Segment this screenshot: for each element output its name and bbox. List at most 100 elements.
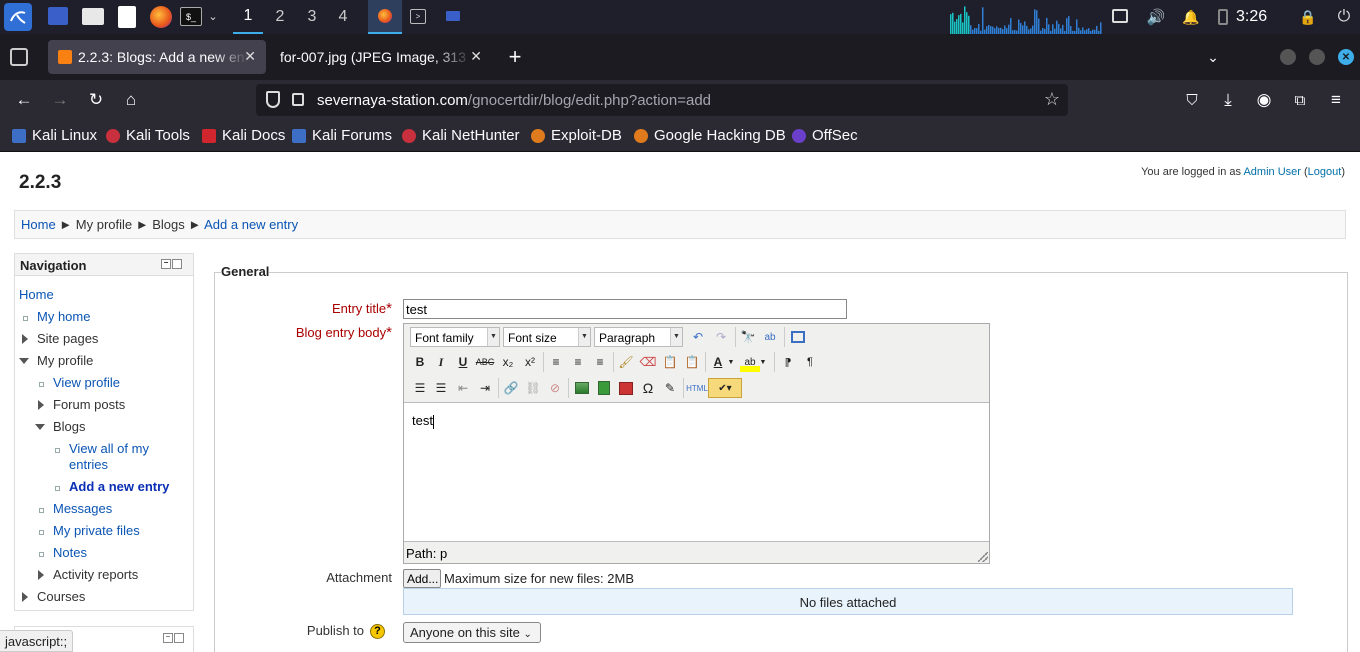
screenshot-icon[interactable] — [1112, 9, 1128, 23]
forward-arrow-icon[interactable]: → — [49, 89, 71, 111]
file-manager-icon[interactable] — [82, 8, 104, 25]
strikethrough-icon[interactable]: ABC — [475, 352, 495, 372]
menu-hamburger-icon[interactable]: ≡ — [1325, 89, 1347, 111]
nav-messages-link[interactable]: Messages — [53, 501, 112, 516]
collapse-block-icon[interactable]: − — [161, 259, 171, 269]
nav-private-files[interactable]: My private files — [53, 523, 140, 538]
bookmark-exploit-db[interactable]: Exploit-DB — [531, 127, 622, 144]
resize-handle-icon[interactable] — [978, 552, 988, 562]
expand-arrow-icon[interactable] — [22, 334, 28, 344]
insert-image-icon[interactable] — [572, 378, 592, 398]
format-select[interactable]: Paragraph ▼ — [594, 327, 683, 347]
html-source-icon[interactable]: HTML — [686, 378, 708, 398]
bookmark-kali-tools[interactable]: Kali Tools — [106, 127, 190, 144]
collapse-arrow-icon[interactable] — [19, 358, 29, 364]
pocket-icon[interactable]: ⛉ — [1181, 89, 1203, 111]
fullscreen-icon[interactable] — [788, 327, 808, 347]
nav-courses[interactable]: Courses — [37, 589, 85, 604]
nav-add-entry[interactable]: Add a new entry — [69, 479, 169, 494]
bullet-list-icon[interactable]: ☰ — [410, 378, 430, 398]
highlight-color-icon[interactable]: ab — [740, 352, 760, 372]
nav-view-all-entries[interactable]: View all of my entries — [69, 441, 149, 473]
paste-text-icon[interactable]: 📋 — [660, 352, 680, 372]
outdent-icon[interactable]: ⇤ — [453, 378, 473, 398]
bookmark-kali-docs[interactable]: Kali Docs — [202, 127, 285, 144]
breadcrumb-add-entry[interactable]: Add a new entry — [204, 217, 298, 232]
nav-home[interactable]: Home — [19, 287, 54, 302]
editor-content-area[interactable]: test — [404, 402, 989, 542]
close-icon[interactable]: ✕ — [470, 48, 482, 65]
help-icon[interactable]: ? — [370, 624, 385, 639]
nav-site-pages[interactable]: Site pages — [37, 331, 98, 346]
tab-jpeg-image[interactable]: for-007.jpg (JPEG Image, 313 ✕ — [270, 40, 492, 74]
edit-table-icon[interactable]: ✎ — [660, 378, 680, 398]
nav-notes[interactable]: Notes — [53, 545, 87, 560]
publish-select[interactable]: Anyone on this site ⌄ — [403, 622, 541, 643]
nav-add-entry-link[interactable]: Add a new entry — [69, 479, 169, 494]
nolink-icon[interactable]: ⊘ — [545, 378, 565, 398]
breadcrumb-home[interactable]: Home — [21, 217, 56, 232]
bookmark-star-icon[interactable]: ☆ — [1044, 89, 1060, 110]
font-family-select[interactable]: Font family ▼ — [410, 327, 500, 347]
cleanup-brush-icon[interactable]: 🖌 — [616, 352, 636, 372]
dock-block-icon[interactable] — [174, 633, 184, 643]
clock[interactable]: 3:26 — [1236, 8, 1267, 26]
terminal-window-icon[interactable]: > — [410, 9, 426, 24]
minimize-window-icon[interactable] — [1280, 49, 1296, 65]
chevron-down-icon[interactable]: ⌄ — [206, 9, 220, 23]
close-window-icon[interactable]: ✕ — [1338, 49, 1354, 65]
bookmark-offsec[interactable]: OffSec — [792, 127, 858, 144]
font-size-select[interactable]: Font size ▼ — [503, 327, 591, 347]
bold-icon[interactable]: B — [410, 352, 430, 372]
collapse-block-icon[interactable]: − — [163, 633, 173, 643]
nav-home-link[interactable]: Home — [19, 287, 54, 302]
text-color-icon[interactable]: A — [708, 352, 728, 372]
eraser-icon[interactable]: ⌫ — [638, 352, 658, 372]
close-icon[interactable]: ✕ — [244, 48, 256, 65]
nav-view-profile[interactable]: View profile — [53, 375, 120, 390]
downloads-icon[interactable]: ⤓ — [1217, 89, 1239, 111]
account-icon[interactable]: ◉ — [1253, 89, 1275, 111]
power-icon[interactable]: ⏻ — [1334, 7, 1354, 27]
window-icon[interactable] — [446, 11, 460, 21]
back-arrow-icon[interactable]: ← — [13, 89, 35, 111]
home-icon[interactable]: ⌂ — [120, 89, 142, 111]
login-user-link[interactable]: Admin User — [1243, 166, 1300, 178]
tracking-shield-icon[interactable] — [266, 91, 280, 108]
tab-blogs-add-entry[interactable]: 2.2.3: Blogs: Add a new entry ✕ — [48, 40, 266, 74]
superscript-icon[interactable]: x² — [520, 352, 540, 372]
nav-my-profile[interactable]: My profile — [37, 353, 93, 368]
new-tab-plus-icon[interactable]: + — [504, 44, 526, 69]
text-editor-icon[interactable] — [118, 6, 136, 28]
indent-icon[interactable]: ⇥ — [475, 378, 495, 398]
nav-messages[interactable]: Messages — [53, 501, 112, 516]
volume-icon[interactable]: 🔊 — [1146, 8, 1166, 26]
paste-word-icon[interactable]: 📋 — [682, 352, 702, 372]
undo-icon[interactable]: ↶ — [688, 327, 708, 347]
nav-my-home[interactable]: My home — [37, 309, 90, 324]
expand-arrow-icon[interactable] — [38, 400, 44, 410]
nav-view-profile-link[interactable]: View profile — [53, 375, 120, 390]
nav-activity-reports[interactable]: Activity reports — [53, 567, 138, 582]
bookmark-kali-nethunter[interactable]: Kali NetHunter — [402, 127, 520, 144]
expand-arrow-icon[interactable] — [22, 592, 28, 602]
manage-files-icon[interactable] — [616, 378, 636, 398]
kali-menu-icon[interactable] — [4, 3, 32, 31]
terminal-launcher-icon[interactable]: $_ — [180, 7, 202, 26]
file-drop-area[interactable]: No files attached — [403, 588, 1293, 615]
unlink-icon[interactable]: ⛓ — [523, 378, 543, 398]
bookmark-kali-forums[interactable]: Kali Forums — [292, 127, 392, 144]
entry-title-input[interactable] — [403, 299, 847, 319]
logout-link[interactable]: Logout — [1308, 166, 1342, 178]
nav-view-all-entries-link[interactable]: View all of my entries — [69, 441, 149, 472]
notifications-bell-icon[interactable]: 🔔 — [1182, 8, 1200, 26]
nav-notes-link[interactable]: Notes — [53, 545, 87, 560]
replace-icon[interactable]: ab — [760, 327, 780, 347]
workspace-1[interactable]: 1 — [233, 0, 263, 34]
add-file-button[interactable]: Add... — [403, 569, 441, 588]
maximize-window-icon[interactable] — [1309, 49, 1325, 65]
redo-icon[interactable]: ↷ — [711, 327, 731, 347]
bookmark-kali-linux[interactable]: Kali Linux — [12, 127, 97, 144]
highlight-dropdown-icon[interactable]: ▼ — [758, 352, 768, 372]
nav-blogs[interactable]: Blogs — [53, 419, 86, 434]
